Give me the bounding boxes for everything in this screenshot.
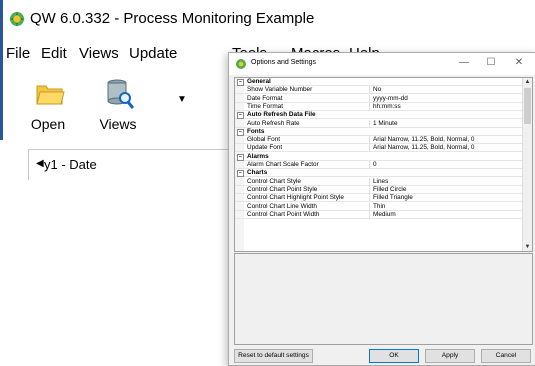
maximize-button[interactable]: ☐ [484,57,498,68]
property-row[interactable]: Control Chart Line Width Thin [235,202,523,211]
property-name: Control Chart Style [247,177,301,185]
property-value[interactable]: 0 [369,161,377,169]
property-name: Update Font [247,144,283,152]
open-folder-icon [36,85,65,105]
property-name: Auto Refresh Rate [247,119,300,127]
property-name: Time Format [247,102,283,110]
options-dialog: Options and Settings — ☐ ✕ − General Show … [228,52,535,366]
property-value[interactable]: Filled Triangle [369,194,413,203]
minimize-button[interactable]: — [457,57,471,68]
collapse-toggle-icon[interactable]: − [237,128,244,136]
scroll-thumb[interactable] [524,88,531,124]
views-button-label: Views [99,116,137,132]
property-category[interactable]: − Alarms [235,153,523,161]
property-value[interactable]: Thin [369,202,385,211]
ok-button[interactable]: OK [369,349,419,363]
property-name: Control Chart Point Width [247,210,320,218]
apply-button[interactable]: Apply [425,349,475,363]
menu-file[interactable]: File [6,45,30,62]
views-button[interactable]: Views [83,76,153,136]
property-name: Alarm Chart Scale Factor [247,161,319,168]
property-name: Control Chart Highlight Point Style [247,194,344,202]
description-panel [234,253,533,345]
property-value[interactable]: Filled Circle [369,185,406,194]
property-category[interactable]: − General [235,78,523,86]
property-name: Fonts [247,127,265,135]
property-name: Control Chart Point Style [247,185,318,193]
collapse-toggle-icon[interactable]: − [237,112,244,120]
property-grid-scrollbar[interactable]: ▲ ▼ [522,78,532,251]
property-value[interactable]: yyyy-mm-dd [369,94,408,103]
property-value[interactable]: Medium [369,210,396,219]
property-row[interactable]: Show Variable Number No [235,86,523,95]
dialog-title: Options and Settings [251,59,316,66]
open-button[interactable]: Open [13,76,83,136]
property-category[interactable]: − Auto Refresh Data File [235,111,523,120]
menu-update[interactable]: Update [129,45,177,62]
property-value[interactable]: Arial Narrow, 11.25, Bold, Normal, 0 [369,144,474,153]
property-name: General [247,78,271,85]
property-name: Global Font [247,136,281,144]
property-row[interactable]: Control Chart Style Lines [235,177,523,186]
property-row[interactable]: Control Chart Point Width Medium [235,210,523,219]
collapse-toggle-icon[interactable]: − [237,170,244,178]
open-button-label: Open [30,116,66,132]
property-row[interactable]: Control Chart Highlight Point Style Fille… [235,194,523,203]
database-search-icon [107,79,135,109]
app-title: QW 6.0.332 - Process Monitoring Example [30,10,315,27]
close-button[interactable]: ✕ [512,57,526,68]
property-row[interactable]: Control Chart Point Style Filled Circle [235,185,523,194]
views-dropdown-arrow-icon[interactable]: ▼ [177,94,187,105]
scroll-up-arrow-icon[interactable]: ▲ [524,79,531,85]
property-name: Charts [247,169,268,177]
property-row[interactable]: Date Format yyyy-mm-dd [235,94,523,103]
menu-edit[interactable]: Edit [41,45,67,62]
property-name: Date Format [247,94,283,102]
menu-views[interactable]: Views [79,45,119,62]
property-category[interactable]: − Fonts [235,128,523,136]
property-value[interactable]: 1 Minute [369,119,398,128]
property-row[interactable]: Update Font Arial Narrow, 11.25, Bold, No… [235,144,523,153]
property-name: Alarms [247,152,269,160]
property-value[interactable]: No [369,86,381,95]
property-category[interactable]: − Charts [235,169,523,178]
window-accent-bar [0,0,3,140]
scroll-down-arrow-icon[interactable]: ▼ [524,244,531,250]
property-row[interactable]: Global Font Arial Narrow, 11.25, Bold, No… [235,136,523,145]
property-value[interactable]: hh:mm:ss [369,102,401,111]
collapse-toggle-icon[interactable]: − [237,153,244,161]
property-row[interactable]: Auto Refresh Rate 1 Minute [235,119,523,128]
property-name: Auto Refresh Data File [247,111,316,119]
property-value[interactable]: Arial Narrow, 11.25, Bold, Normal, 0 [369,136,474,145]
tree-item-y1[interactable]: y1 - Date [44,157,97,172]
property-grid: − General Show Variable Number No Date Forma… [234,77,533,252]
dialog-app-icon [236,59,246,69]
property-name: Control Chart Line Width [247,202,317,210]
property-name: Show Variable Number [247,86,313,94]
collapse-toggle-icon[interactable]: − [237,79,244,86]
tree-expand-arrow-icon[interactable]: ◀ [36,158,44,169]
reset-defaults-button[interactable]: Reset to default settings [234,349,313,363]
dialog-titlebar[interactable]: Options and Settings — ☐ ✕ [229,53,535,75]
property-row[interactable]: Alarm Chart Scale Factor 0 [235,161,523,169]
property-row[interactable]: Time Format hh:mm:ss [235,102,523,111]
cancel-button[interactable]: Cancel [481,349,531,363]
app-logo-icon [9,11,25,27]
property-value[interactable]: Lines [369,177,388,186]
